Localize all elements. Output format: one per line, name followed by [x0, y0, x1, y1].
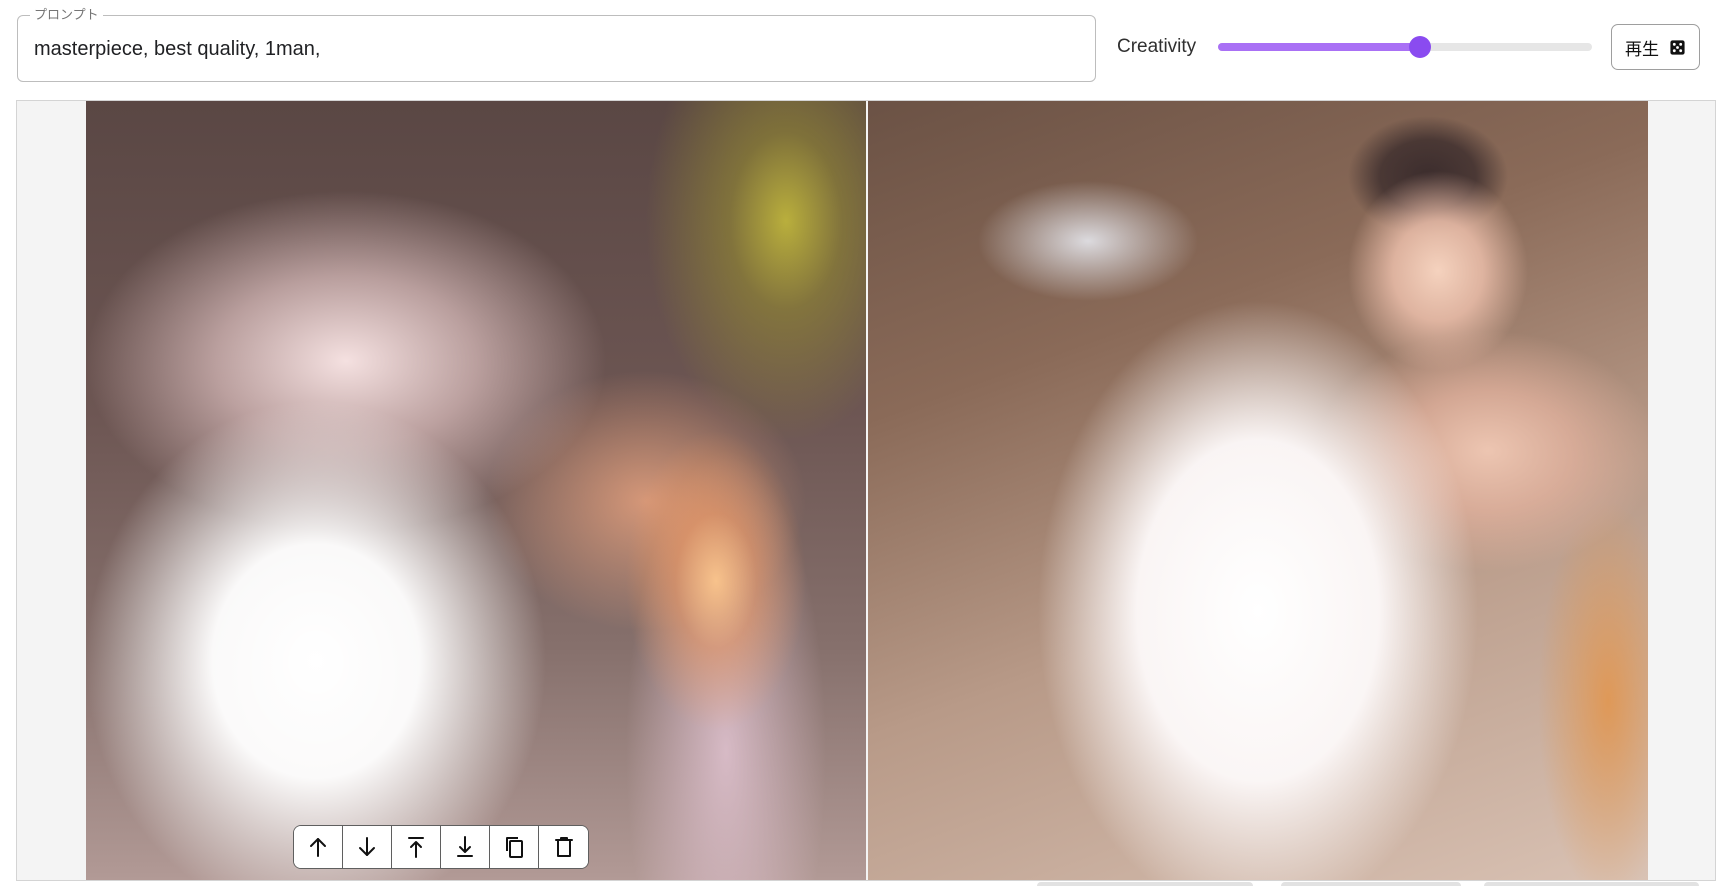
duplicate-button[interactable]: [490, 826, 539, 868]
frame-toolbar: [293, 825, 589, 869]
arrow-down-icon: [359, 837, 375, 856]
bottom-control-edge: [1484, 882, 1699, 886]
trash-icon: [554, 837, 573, 857]
bottom-control-edge: [1037, 882, 1253, 886]
dice-icon: [1670, 39, 1685, 55]
arrow-up-icon: [310, 838, 326, 857]
creativity-label: Creativity: [1117, 36, 1197, 57]
input-frame[interactable]: [86, 101, 866, 880]
slider-thumb[interactable]: [1408, 36, 1431, 58]
prompt-label: プロンプト: [30, 7, 103, 23]
bottom-control-edge: [1281, 882, 1461, 886]
top-bar: プロンプト Creativity 再生: [0, 0, 1725, 98]
frame-canvas: [16, 100, 1716, 881]
move-to-bottom-button[interactable]: [441, 826, 490, 868]
copy-icon: [506, 837, 523, 858]
move-up-button[interactable]: [294, 826, 343, 868]
arrow-to-bottom-icon: [457, 836, 473, 857]
play-button-label: 再生: [1625, 39, 1659, 60]
output-frame[interactable]: [868, 101, 1648, 880]
creativity-slider[interactable]: [1218, 36, 1592, 58]
play-button[interactable]: 再生: [1611, 24, 1700, 70]
slider-fill: [1218, 43, 1420, 51]
prompt-input[interactable]: [34, 35, 1074, 63]
prompt-field[interactable]: プロンプト: [17, 7, 1096, 82]
delete-button[interactable]: [539, 826, 588, 868]
move-down-button[interactable]: [343, 826, 392, 868]
move-to-top-button[interactable]: [392, 826, 441, 868]
arrow-to-top-icon: [408, 837, 424, 858]
